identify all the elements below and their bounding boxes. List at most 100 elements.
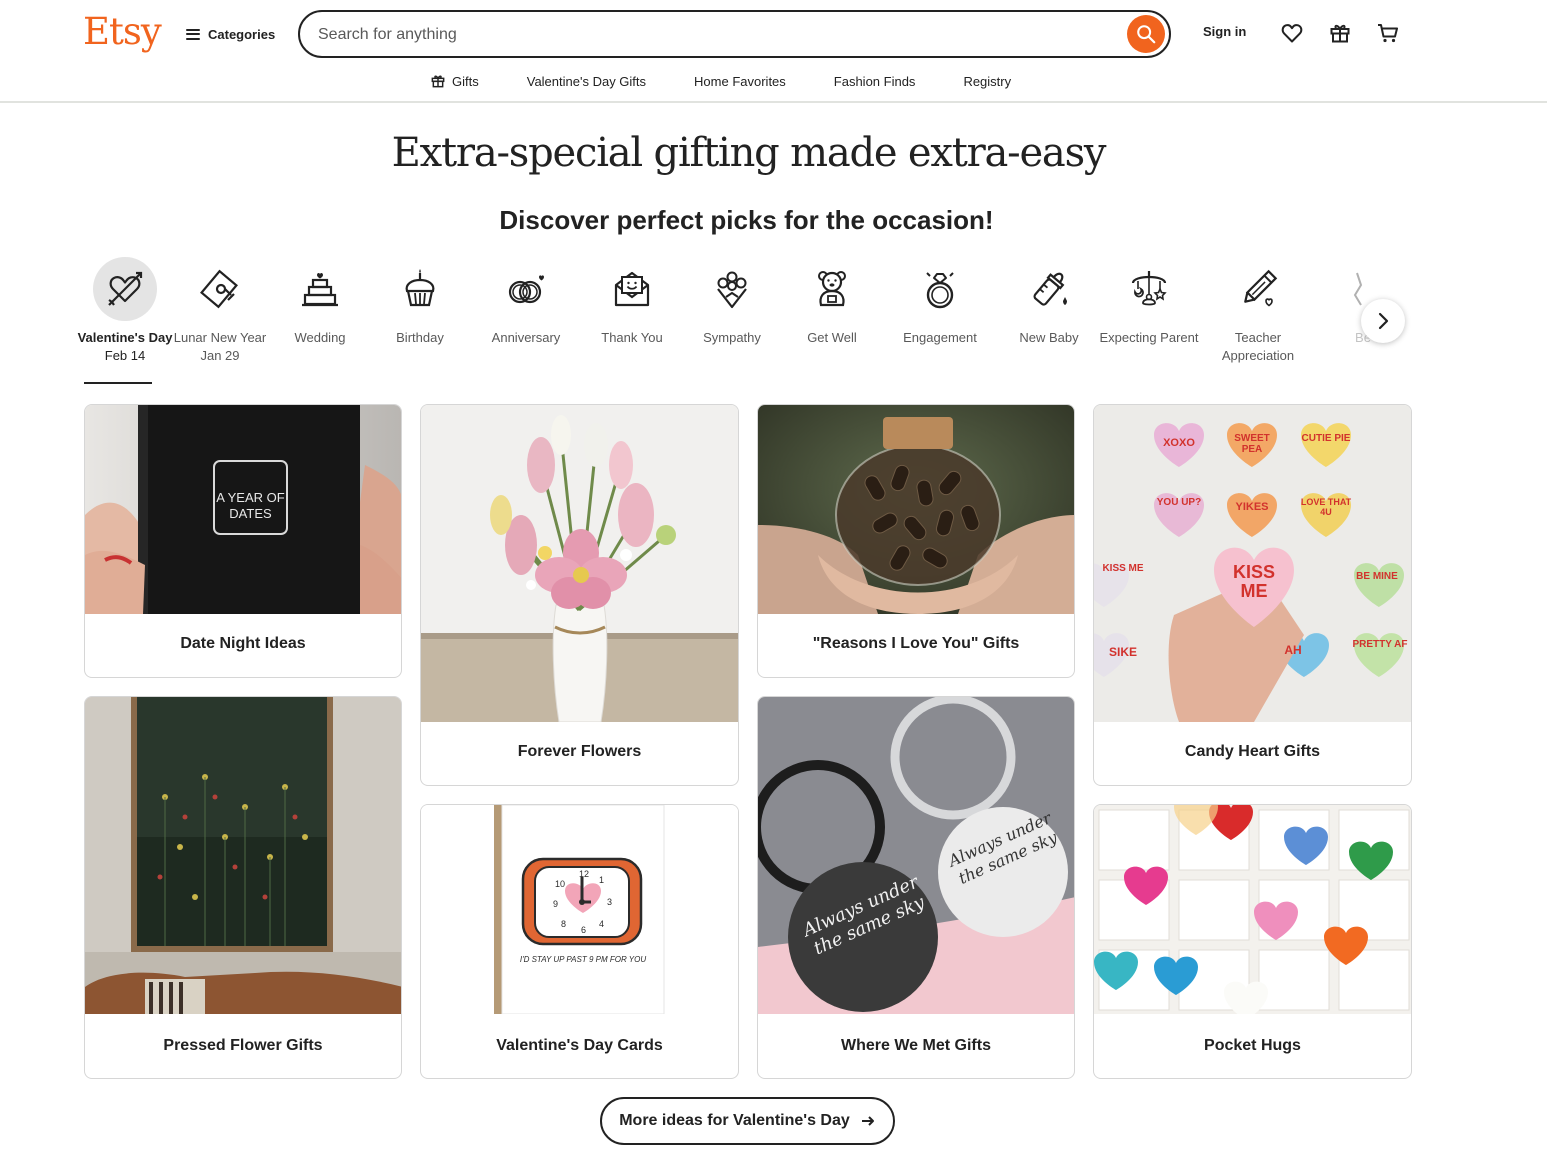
card-image: 10 12 1 346 89 I'D STAY UP PAST 9 PM FOR Y… bbox=[421, 805, 738, 1014]
card-where-we-met-gifts[interactable]: Always under the same sky Always under t… bbox=[757, 696, 1075, 1079]
search-button[interactable] bbox=[1127, 15, 1165, 53]
card-image: XOXO SWEET PEA CUTIE PIE YOU UP? YIKES L… bbox=[1094, 405, 1411, 722]
candy-heart-text: AH bbox=[1284, 643, 1302, 657]
envelope-smile-icon bbox=[614, 271, 650, 307]
occasion-birthday[interactable]: Birthday bbox=[365, 255, 475, 347]
occasion-anniversary[interactable]: Anniversary bbox=[471, 255, 581, 347]
candy-heart-text: SWEET PEA bbox=[1234, 433, 1270, 455]
nav-home-favorites[interactable]: Home Favorites bbox=[694, 70, 786, 92]
candy-heart-text: LOVE THAT 4U bbox=[1300, 497, 1352, 517]
menu-icon bbox=[186, 28, 200, 40]
occasion-label: Valentine's Day bbox=[77, 330, 173, 345]
card-image bbox=[85, 697, 401, 1014]
card-image bbox=[1094, 805, 1411, 1014]
card-pocket-hugs[interactable]: Pocket Hugs bbox=[1093, 804, 1412, 1079]
page-title: Extra-special gifting made extra-easy bbox=[391, 130, 1107, 176]
more-ideas-label: More ideas for Valentine's Day bbox=[619, 1112, 850, 1129]
search-input[interactable] bbox=[318, 22, 1108, 48]
candy-heart-text: XOXO bbox=[1163, 437, 1195, 449]
cart-icon bbox=[1378, 24, 1398, 43]
occasion-thank-you[interactable]: Thank You bbox=[577, 255, 687, 347]
categories-label: Categories bbox=[208, 26, 276, 42]
categories-button[interactable]: Categories bbox=[186, 22, 275, 46]
nav-gifts[interactable]: Gifts bbox=[430, 70, 479, 92]
pencil-heart-icon bbox=[1244, 269, 1278, 307]
svg-text:12: 12 bbox=[579, 869, 589, 879]
occasion-valentines-day[interactable]: Valentine's Day Feb 14 bbox=[70, 255, 180, 384]
card-image bbox=[758, 405, 1074, 614]
candy-heart-text: YIKES bbox=[1235, 501, 1269, 513]
occasion-engagement[interactable]: Engagement bbox=[885, 255, 995, 347]
card-label: Date Night Ideas bbox=[180, 635, 306, 652]
occasion-label: Birthday bbox=[396, 330, 444, 345]
card-image bbox=[421, 405, 738, 722]
occasion-lunar-new-year[interactable]: Lunar New Year Jan 29 bbox=[165, 255, 275, 365]
occasion-label: Sympathy bbox=[703, 330, 761, 345]
card-candy-heart-gifts[interactable]: XOXO SWEET PEA CUTIE PIE YOU UP? YIKES L… bbox=[1093, 404, 1412, 786]
card-image-text: A YEAR OF DATES bbox=[216, 490, 285, 521]
favorites-button[interactable] bbox=[1279, 20, 1305, 46]
occasion-date: Jan 29 bbox=[200, 348, 240, 363]
rings-icon bbox=[508, 275, 544, 304]
occasion-carousel: Valentine's Day Feb 14 Lunar New Year Ja… bbox=[70, 255, 1410, 390]
svg-text:8: 8 bbox=[561, 919, 566, 929]
occasion-label: Teacher Appreciation bbox=[1221, 330, 1295, 363]
teddy-bear-icon bbox=[818, 271, 846, 307]
card-pressed-flower-gifts[interactable]: Pressed Flower Gifts bbox=[84, 696, 402, 1079]
card-image-text: I'D STAY UP PAST 9 PM FOR YOU bbox=[519, 955, 647, 964]
card-date-night-ideas[interactable]: A YEAR OF DATES Date Night Ideas bbox=[84, 404, 402, 678]
card-label: Pocket Hugs bbox=[1204, 1037, 1301, 1054]
card-label: Candy Heart Gifts bbox=[1184, 743, 1321, 760]
svg-text:3: 3 bbox=[607, 897, 612, 907]
search-icon bbox=[1137, 25, 1156, 44]
gift-icon bbox=[431, 75, 445, 88]
occasion-date: Feb 14 bbox=[104, 348, 146, 363]
occasion-new-baby[interactable]: New Baby bbox=[994, 255, 1104, 347]
svg-text:9: 9 bbox=[553, 899, 558, 909]
page-subtitle: Discover perfect picks for the occasion! bbox=[499, 205, 994, 235]
etsy-logo[interactable]: Etsy bbox=[83, 10, 162, 53]
card-forever-flowers[interactable]: Forever Flowers bbox=[420, 404, 739, 786]
wedding-cake-icon bbox=[302, 273, 338, 307]
occasion-label: New Baby bbox=[1019, 330, 1079, 345]
arrow-right-icon bbox=[861, 1116, 874, 1126]
occasion-wedding[interactable]: Wedding bbox=[265, 255, 375, 347]
svg-text:6: 6 bbox=[581, 925, 586, 935]
heart-arrow-icon bbox=[108, 271, 143, 306]
nav-valentines-day-gifts[interactable]: Valentine's Day Gifts bbox=[527, 70, 646, 92]
card-label: "Reasons I Love You" Gifts bbox=[812, 635, 1020, 652]
carousel-next-button[interactable] bbox=[1361, 299, 1405, 343]
sign-in-link[interactable]: Sign in bbox=[1203, 24, 1246, 39]
occasion-get-well[interactable]: Get Well bbox=[777, 255, 887, 347]
site-header: Etsy Categories Sign in bbox=[0, 0, 1547, 103]
candy-heart-text: BE MINE bbox=[1356, 571, 1398, 582]
bouquet-icon bbox=[717, 271, 747, 309]
card-reasons-i-love-you-gifts[interactable]: "Reasons I Love You" Gifts bbox=[757, 404, 1075, 678]
card-valentines-day-cards[interactable]: 10 12 1 346 89 I'D STAY UP PAST 9 PM FOR Y… bbox=[420, 804, 739, 1079]
candy-heart-text: SIKE bbox=[1108, 645, 1137, 659]
occasion-label: Engagement bbox=[903, 330, 977, 345]
occasion-label: Expecting Parent bbox=[1099, 330, 1199, 345]
card-label: Pressed Flower Gifts bbox=[163, 1037, 323, 1054]
card-image: A YEAR OF DATES bbox=[85, 405, 401, 614]
svg-text:10: 10 bbox=[555, 879, 565, 889]
card-image: Always under the same sky Always under t… bbox=[758, 697, 1074, 1014]
active-underline bbox=[84, 382, 152, 384]
gift-icon bbox=[1330, 24, 1350, 43]
ring-icon bbox=[926, 272, 954, 309]
baby-bottle-icon bbox=[1033, 272, 1067, 306]
candy-heart-text: CUTIE PIE bbox=[1301, 433, 1351, 444]
more-ideas-button[interactable]: More ideas for Valentine's Day bbox=[600, 1097, 895, 1145]
occasion-teacher-appreciation[interactable]: Teacher Appreciation bbox=[1203, 255, 1313, 365]
nav-gifts-label: Gifts bbox=[452, 73, 479, 89]
heart-icon bbox=[1281, 24, 1303, 43]
occasion-expecting-parent[interactable]: Expecting Parent bbox=[1094, 255, 1204, 347]
nav-registry[interactable]: Registry bbox=[963, 70, 1011, 92]
nav-fashion-finds[interactable]: Fashion Finds bbox=[834, 70, 916, 92]
occasion-label: Get Well bbox=[807, 330, 857, 345]
gift-button[interactable] bbox=[1327, 20, 1353, 46]
occasion-sympathy[interactable]: Sympathy bbox=[677, 255, 787, 347]
lunar-envelope-icon bbox=[200, 269, 238, 309]
occasion-label: Thank You bbox=[601, 330, 663, 345]
cart-button[interactable] bbox=[1375, 20, 1401, 46]
